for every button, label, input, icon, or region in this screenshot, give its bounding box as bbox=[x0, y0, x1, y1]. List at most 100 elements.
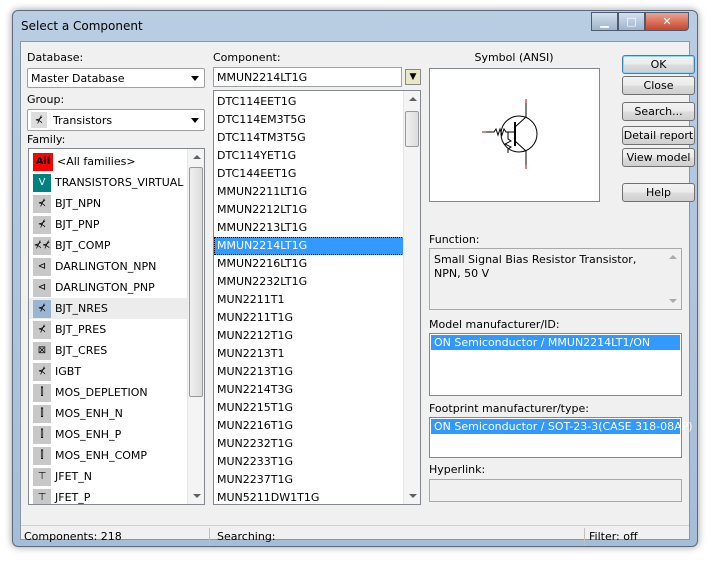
scroll-down-icon[interactable] bbox=[669, 299, 677, 303]
close-button[interactable]: Close bbox=[622, 76, 695, 95]
family-item[interactable]: ⊀ BJT_NRES bbox=[29, 298, 204, 319]
component-item[interactable]: MMUN2212LT1G bbox=[214, 201, 420, 219]
npn-resistor-transistor-symbol bbox=[482, 99, 538, 169]
family-item[interactable]: ⊀ BJT_NPN bbox=[29, 193, 204, 214]
family-item-label: MOS_ENH_COMP bbox=[55, 449, 148, 462]
bjt-cres-icon: ⊠ bbox=[33, 341, 51, 360]
footprint-item[interactable]: ON Semiconductor / SOT-23-3(CASE 318-08A… bbox=[431, 419, 693, 434]
component-item[interactable]: DTC144EET1G bbox=[214, 165, 420, 183]
component-item[interactable]: MUN2213T1 bbox=[214, 345, 420, 363]
family-item-label: DARLINGTON_PNP bbox=[55, 281, 155, 294]
component-item[interactable]: DTC114EM3T5G bbox=[214, 111, 420, 129]
bjt-npn-icon: ⊀ bbox=[33, 194, 51, 213]
ok-button[interactable]: OK bbox=[622, 55, 695, 74]
component-item[interactable]: MUN2212T1G bbox=[214, 327, 420, 345]
scroll-thumb[interactable] bbox=[189, 167, 203, 397]
detail-report-button[interactable]: Detail report bbox=[622, 126, 695, 145]
family-item-label: IGBT bbox=[55, 365, 82, 378]
filter-button[interactable]: ▼ bbox=[405, 69, 421, 85]
select-component-dialog: Select a Component ▁ □ ✕ Database: Maste… bbox=[12, 10, 698, 547]
family-item[interactable]: ⊀⊀ BJT_COMP bbox=[29, 235, 204, 256]
window-title: Select a Component bbox=[21, 19, 143, 33]
close-window-button[interactable]: ✕ bbox=[645, 12, 689, 31]
family-item[interactable]: V TRANSISTORS_VIRTUAL bbox=[29, 172, 204, 193]
model-label: Model manufacturer/ID: bbox=[429, 318, 560, 331]
family-item[interactable]: ⊀ BJT_PNP bbox=[29, 214, 204, 235]
bjt-pnp-icon: ⊀ bbox=[33, 215, 51, 234]
group-value: Transistors bbox=[53, 113, 113, 127]
family-item[interactable]: ⊤ JFET_N bbox=[29, 466, 204, 487]
family-item[interactable]: All <All families> bbox=[29, 151, 204, 172]
component-item[interactable]: MMUN2214LT1G bbox=[214, 237, 420, 255]
family-item[interactable]: ⫿ MOS_DEPLETION bbox=[29, 382, 204, 403]
filter-status: Filter: off bbox=[589, 530, 638, 543]
darlington-pnp-icon: ⊲ bbox=[33, 278, 51, 297]
component-item[interactable]: MUN2233T1G bbox=[214, 453, 420, 471]
component-item[interactable]: MUN2216T1G bbox=[214, 417, 420, 435]
component-item[interactable]: MMUN2232LT1G bbox=[214, 273, 420, 291]
component-item[interactable]: MUN2215T1G bbox=[214, 399, 420, 417]
component-item[interactable]: MUN2232T1G bbox=[214, 435, 420, 453]
model-list[interactable]: ON Semiconductor / MMUN2214LT1/ON bbox=[429, 333, 682, 396]
footprint-list[interactable]: ON Semiconductor / SOT-23-3(CASE 318-08A… bbox=[429, 417, 693, 458]
transistor-icon: ⊀ bbox=[31, 112, 47, 128]
minimize-button[interactable]: ▁ bbox=[591, 12, 618, 31]
component-item[interactable]: MUN5211DW1T1G bbox=[214, 489, 420, 504]
component-item[interactable]: DTC114EET1G bbox=[214, 93, 420, 111]
family-item-label: BJT_PRES bbox=[55, 323, 107, 336]
component-item[interactable]: MMUN2211LT1G bbox=[214, 183, 420, 201]
maximize-button[interactable]: □ bbox=[618, 12, 645, 31]
family-item[interactable]: ⊲ DARLINGTON_NPN bbox=[29, 256, 204, 277]
family-item-label: MOS_ENH_N bbox=[55, 407, 123, 420]
family-item[interactable]: ⫿ MOS_ENH_COMP bbox=[29, 445, 204, 466]
scroll-down-icon[interactable] bbox=[409, 494, 417, 498]
family-item[interactable]: ⊲ DARLINGTON_PNP bbox=[29, 277, 204, 298]
database-label: Database: bbox=[27, 51, 84, 64]
family-item[interactable]: ⊤ JFET_P bbox=[29, 487, 204, 504]
function-label: Function: bbox=[429, 233, 480, 246]
darlington-npn-icon: ⊲ bbox=[33, 257, 51, 276]
component-item[interactable]: MUN2211T1 bbox=[214, 291, 420, 309]
database-select[interactable]: Master Database bbox=[27, 68, 205, 88]
family-item-label: JFET_P bbox=[55, 491, 91, 504]
family-item[interactable]: ⫿ MOS_ENH_P bbox=[29, 424, 204, 445]
family-scrollbar[interactable] bbox=[187, 149, 204, 504]
scroll-up-icon[interactable] bbox=[409, 97, 417, 101]
component-item[interactable]: MMUN2213LT1G bbox=[214, 219, 420, 237]
component-scrollbar[interactable] bbox=[403, 91, 420, 504]
family-item[interactable]: ⊀ BJT_PRES bbox=[29, 319, 204, 340]
family-label: Family: bbox=[27, 133, 66, 146]
filter-icon: ▼ bbox=[409, 72, 417, 82]
component-item[interactable]: DTC114YET1G bbox=[214, 147, 420, 165]
model-item[interactable]: ON Semiconductor / MMUN2214LT1/ON bbox=[431, 335, 680, 350]
component-item[interactable]: MUN2214T3G bbox=[214, 381, 420, 399]
family-list[interactable]: All <All families> V TRANSISTORS_VIRTUAL ⊀ BJ… bbox=[28, 148, 205, 505]
search-button[interactable]: Search... bbox=[622, 102, 695, 121]
help-button[interactable]: Help bbox=[622, 183, 695, 202]
view-model-button[interactable]: View model bbox=[622, 148, 695, 167]
component-list[interactable]: DTC114EET1G DTC114EM3T5G DTC114TM3T5G DTC11… bbox=[213, 90, 421, 505]
component-input[interactable]: MMUN2214LT1G bbox=[213, 67, 402, 87]
function-scrollbar[interactable] bbox=[664, 249, 681, 309]
component-item[interactable]: MUN2237T1G bbox=[214, 471, 420, 489]
family-item[interactable]: ⊀ IGBT bbox=[29, 361, 204, 382]
jfet-n-icon: ⊤ bbox=[33, 467, 51, 486]
component-item[interactable]: MUN2213T1G bbox=[214, 363, 420, 381]
components-count: Components: 218 bbox=[24, 530, 122, 543]
scroll-up-icon[interactable] bbox=[193, 155, 201, 159]
family-item-label: MOS_ENH_P bbox=[55, 428, 122, 441]
component-item[interactable]: DTC114TM3T5G bbox=[214, 129, 420, 147]
igbt-icon: ⊀ bbox=[33, 362, 51, 381]
scroll-down-icon[interactable] bbox=[193, 494, 201, 498]
hyperlink-field[interactable] bbox=[429, 479, 682, 502]
family-item[interactable]: ⊠ BJT_CRES bbox=[29, 340, 204, 361]
function-value: Small Signal Bias Resistor Transistor, N… bbox=[434, 253, 637, 280]
scroll-thumb[interactable] bbox=[405, 111, 419, 147]
family-item-label: BJT_NRES bbox=[55, 302, 108, 315]
family-item[interactable]: ⫿ MOS_ENH_N bbox=[29, 403, 204, 424]
family-item-label: DARLINGTON_NPN bbox=[55, 260, 157, 273]
scroll-up-icon[interactable] bbox=[669, 255, 677, 259]
group-select[interactable]: ⊀ Transistors bbox=[27, 109, 205, 131]
component-item[interactable]: MUN2211T1G bbox=[214, 309, 420, 327]
component-item[interactable]: MMUN2216LT1G bbox=[214, 255, 420, 273]
